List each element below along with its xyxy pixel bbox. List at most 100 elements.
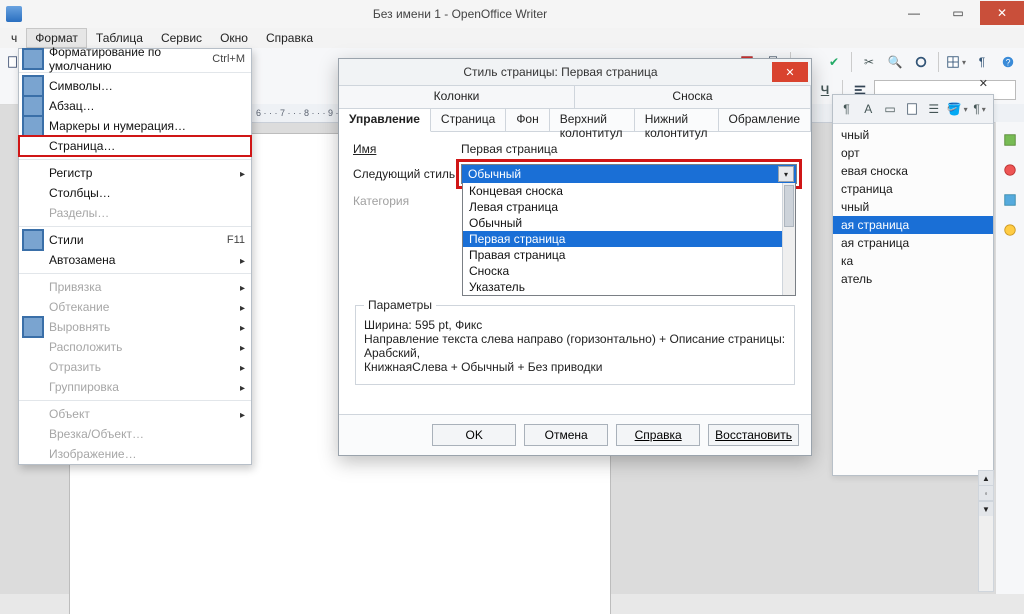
style-cat-page[interactable]: [901, 98, 922, 120]
format-menu-item[interactable]: Страница…: [19, 136, 251, 156]
dialog-tab-footnote[interactable]: Сноска: [575, 86, 811, 108]
dropdown-option[interactable]: Указатель: [463, 279, 795, 295]
styles-icon: [19, 226, 47, 254]
format-menu-item[interactable]: Абзац…: [19, 96, 251, 116]
styles-panel: ✕ ¶ A ▭ ☰ 🪣 ¶ чныйортевая сноска страниц…: [832, 94, 994, 476]
field-nextstyle-label: Следующий стиль: [353, 167, 461, 181]
field-category-label: Категория: [353, 194, 461, 208]
sidebar-gallery-icon[interactable]: [998, 188, 1022, 212]
style-fill-button[interactable]: 🪣: [946, 98, 968, 120]
dropdown-option[interactable]: Левая страница: [463, 199, 795, 215]
dropdown-option[interactable]: Концевая сноска: [463, 183, 795, 199]
svg-text:?: ?: [1006, 58, 1011, 68]
menu-item-label: Форматирование по умолчанию: [47, 45, 212, 73]
dialog-ok-button[interactable]: OK: [432, 424, 516, 446]
dialog-tab[interactable]: Верхний колонтитул: [550, 109, 635, 131]
dialog-tab[interactable]: Нижний колонтитул: [635, 109, 719, 131]
format-menu-item: Разделы…: [19, 203, 251, 223]
format-menu-item[interactable]: СтилиF11: [19, 230, 251, 250]
styles-panel-close[interactable]: ✕: [979, 77, 988, 90]
format-menu-item: Привязка: [19, 277, 251, 297]
menu-item-label: Маркеры и нумерация…: [47, 119, 245, 133]
dialog-help-button[interactable]: Справка: [616, 424, 700, 446]
clear-format-icon: [19, 45, 47, 73]
format-menu-item[interactable]: Маркеры и нумерация…: [19, 116, 251, 136]
style-list-item[interactable]: ая страница: [833, 234, 993, 252]
menu-item-label: Обтекание: [47, 300, 234, 314]
format-menu-item[interactable]: Автозамена: [19, 250, 251, 270]
dialog-close-button[interactable]: ✕: [772, 62, 808, 82]
dropdown-option[interactable]: Сноска: [463, 263, 795, 279]
menu-item-label: Разделы…: [47, 206, 245, 220]
submenu-arrow-icon: [234, 253, 245, 267]
dialog-tab[interactable]: Обрамление: [719, 109, 811, 131]
dialog-title: Стиль страницы: Первая страница: [349, 65, 772, 79]
window-close-button[interactable]: ✕: [980, 1, 1024, 25]
find-button[interactable]: 🔍: [883, 50, 907, 74]
cut-button[interactable]: ✂: [857, 50, 881, 74]
dialog-cancel-button[interactable]: Отмена: [524, 424, 608, 446]
menu-item-label: Автозамена: [47, 253, 234, 267]
format-menu-item[interactable]: Символы…: [19, 76, 251, 96]
menu-item-label: Стили: [47, 233, 227, 247]
format-menu-item[interactable]: Столбцы…: [19, 183, 251, 203]
dialog-tab-columns[interactable]: Колонки: [339, 86, 575, 108]
style-list-item[interactable]: атель: [833, 270, 993, 288]
align-icon: [19, 313, 47, 341]
table-button[interactable]: [944, 50, 968, 74]
format-menu-item[interactable]: Форматирование по умолчаниюCtrl+M: [19, 49, 251, 69]
style-list-item[interactable]: чный: [833, 126, 993, 144]
format-menu-item[interactable]: Регистр: [19, 163, 251, 183]
style-list-item[interactable]: ая страница: [833, 216, 993, 234]
style-list-item[interactable]: орт: [833, 144, 993, 162]
dialog-tab[interactable]: Страница: [431, 109, 506, 131]
style-list-item[interactable]: страница: [833, 180, 993, 198]
format-menu-item: Объект: [19, 404, 251, 424]
submenu-arrow-icon: [234, 340, 245, 354]
next-style-dropdown-list[interactable]: Концевая сноскаЛевая страницаОбычныйПерв…: [462, 183, 796, 296]
submenu-arrow-icon: [234, 320, 245, 334]
style-cat-character[interactable]: A: [858, 98, 879, 120]
window-maximize-button[interactable]: ▭: [936, 1, 980, 25]
style-cat-frame[interactable]: ▭: [880, 98, 901, 120]
window-minimize-button[interactable]: —: [892, 1, 936, 25]
format-menu-item: Отразить: [19, 357, 251, 377]
submenu-arrow-icon: [234, 166, 245, 180]
menu-item-label: Абзац…: [47, 99, 245, 113]
auto-spellcheck-button[interactable]: ✔: [822, 50, 846, 74]
format-menu-item: Выровнять: [19, 317, 251, 337]
style-new-button[interactable]: ¶: [969, 98, 990, 120]
params-legend: Параметры: [364, 298, 436, 312]
style-cat-list[interactable]: ☰: [923, 98, 944, 120]
dropdown-option[interactable]: Первая страница: [463, 231, 795, 247]
menu-item-window[interactable]: Окно: [211, 28, 257, 48]
dropdown-option[interactable]: Обычный: [463, 215, 795, 231]
sidebar-properties-icon[interactable]: [998, 128, 1022, 152]
combobox-arrow-icon[interactable]: ▾: [778, 166, 794, 182]
style-cat-paragraph[interactable]: ¶: [836, 98, 857, 120]
nav-button[interactable]: [909, 50, 933, 74]
sidebar-strip: [995, 122, 1024, 594]
dialog-tab[interactable]: Управление: [339, 109, 431, 132]
next-style-combobox[interactable]: Обычный ▾ Концевая сноскаЛевая страницаО…: [461, 164, 797, 184]
format-menu-item: Врезка/Объект…: [19, 424, 251, 444]
menu-item-help[interactable]: Справка: [257, 28, 322, 48]
dropdown-option[interactable]: Правая страница: [463, 247, 795, 263]
format-menu-item: Расположить: [19, 337, 251, 357]
sidebar-styles-icon[interactable]: [998, 158, 1022, 182]
menu-item-label: Столбцы…: [47, 186, 245, 200]
field-name-value: Первая страница: [461, 142, 797, 156]
style-list[interactable]: чныйортевая сноска страницачныйая страни…: [833, 124, 993, 290]
field-name-label: Имя: [353, 142, 461, 156]
vertical-scrollbar[interactable]: ▲ ◦ ▼: [978, 470, 994, 592]
help-button[interactable]: ?: [996, 50, 1020, 74]
nonprinting-button[interactable]: ¶: [970, 50, 994, 74]
sidebar-navigator-icon[interactable]: [998, 218, 1022, 242]
menu-item-label: Страница…: [47, 139, 245, 153]
style-list-item[interactable]: ка: [833, 252, 993, 270]
dialog-reset-button[interactable]: Восстановить: [708, 424, 799, 446]
style-list-item[interactable]: чный: [833, 198, 993, 216]
style-list-item[interactable]: евая сноска: [833, 162, 993, 180]
submenu-arrow-icon: [234, 380, 245, 394]
dialog-tab[interactable]: Фон: [506, 109, 549, 131]
